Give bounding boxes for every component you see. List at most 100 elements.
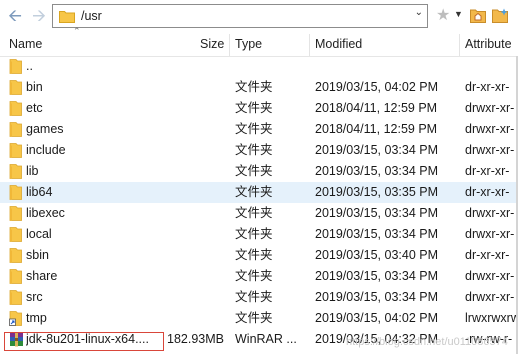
- folder-icon: [9, 290, 22, 308]
- folder-icon: [9, 80, 22, 98]
- file-modified: 2019/03/15, 03:34 PM: [315, 206, 439, 220]
- file-modified: 2019/03/15, 03:34 PM: [315, 164, 439, 178]
- file-size: [140, 140, 224, 161]
- file-type: 文件夹: [235, 185, 273, 199]
- file-modified: 2018/04/11, 12:59 PM: [315, 101, 438, 115]
- current-path[interactable]: /usr: [81, 9, 102, 23]
- bookmark-dropdown-icon[interactable]: ▼: [454, 9, 463, 19]
- file-modified: 2019/03/15, 03:34 PM: [315, 227, 439, 241]
- toolbar-icons: ★ ▼: [434, 6, 518, 26]
- file-modified: 2018/04/11, 12:59 PM: [315, 122, 438, 136]
- file-modified: 2019/03/15, 03:34 PM: [315, 143, 439, 157]
- file-type: 文件夹: [235, 290, 273, 304]
- file-row[interactable]: share 文件夹 2019/03/15, 03:34 PM drwxr-xr-: [0, 266, 518, 287]
- file-modified: 2019/03/15, 04:02 PM: [315, 311, 439, 325]
- file-type: 文件夹: [235, 269, 273, 283]
- file-attributes: [465, 56, 518, 77]
- folder-icon: [9, 164, 22, 182]
- file-size: [140, 77, 224, 98]
- file-size: [140, 287, 224, 308]
- file-attributes: dr-xr-xr-: [465, 80, 510, 94]
- forward-arrow-icon[interactable]: 🡪: [28, 6, 50, 26]
- file-attributes: drwxr-xr-: [465, 290, 515, 304]
- file-size: [140, 245, 224, 266]
- folder-icon: [9, 185, 22, 203]
- file-size: [140, 161, 224, 182]
- folder-icon: [9, 269, 22, 287]
- file-type: 文件夹: [235, 122, 273, 136]
- bookmark-star-icon[interactable]: ★: [436, 6, 450, 26]
- file-modified: 2019/03/15, 03:40 PM: [315, 248, 439, 262]
- sort-ascending-icon: ⌃: [73, 26, 81, 36]
- column-modified[interactable]: Modified: [315, 34, 362, 56]
- home-folder-icon[interactable]: [470, 8, 486, 23]
- file-attributes: dr-xr-xr-: [465, 185, 510, 199]
- file-row[interactable]: src 文件夹 2019/03/15, 03:34 PM drwxr-xr-: [0, 287, 518, 308]
- column-type[interactable]: Type: [235, 34, 262, 56]
- file-type: 文件夹: [235, 80, 273, 94]
- file-attributes: drwxr-xr-: [465, 143, 515, 157]
- file-row[interactable]: bin 文件夹 2019/03/15, 04:02 PM dr-xr-xr-: [0, 77, 518, 98]
- file-type: 文件夹: [235, 248, 273, 262]
- file-row[interactable]: ..: [0, 56, 518, 77]
- file-modified: 2019/03/15, 03:35 PM: [315, 185, 439, 199]
- folder-icon: [9, 59, 22, 77]
- file-type: 文件夹: [235, 206, 273, 220]
- file-type: 文件夹: [235, 101, 273, 115]
- file-modified: 2019/03/15, 03:34 PM: [315, 290, 439, 304]
- file-row[interactable]: tmp 文件夹 2019/03/15, 04:02 PM lrwxrwxrw: [0, 308, 518, 329]
- column-header: Name Size Type Modified Attribute: [0, 34, 518, 57]
- new-folder-icon[interactable]: [492, 8, 510, 23]
- file-row[interactable]: include 文件夹 2019/03/15, 03:34 PM drwxr-xr-: [0, 140, 518, 161]
- file-type: WinRAR ...: [235, 332, 297, 346]
- file-size: [140, 56, 224, 77]
- file-row[interactable]: lib64 文件夹 2019/03/15, 03:35 PM dr-xr-xr-: [0, 182, 518, 203]
- file-size: [140, 308, 224, 329]
- file-modified: 2019/03/15, 03:34 PM: [315, 269, 439, 283]
- file-type: 文件夹: [235, 164, 273, 178]
- column-divider[interactable]: [309, 34, 310, 56]
- file-size: [140, 182, 224, 203]
- file-attributes: drwxr-xr-: [465, 101, 515, 115]
- folder-icon: [9, 101, 22, 119]
- file-type: [235, 56, 311, 77]
- file-attributes: drwxr-xr-: [465, 122, 515, 136]
- folder-icon: [9, 248, 22, 266]
- folder-icon: [9, 143, 22, 161]
- back-arrow-icon[interactable]: 🡨: [4, 6, 26, 26]
- column-name[interactable]: Name: [9, 34, 42, 56]
- file-attributes: drwxr-xr-: [465, 206, 515, 220]
- column-divider[interactable]: [459, 34, 460, 56]
- file-row[interactable]: games 文件夹 2018/04/11, 12:59 PM drwxr-xr-: [0, 119, 518, 140]
- column-size[interactable]: Size: [200, 34, 224, 56]
- selected-file-highlight: [4, 332, 164, 351]
- file-size: [140, 203, 224, 224]
- file-modified: [315, 56, 460, 77]
- file-size: [140, 266, 224, 287]
- file-attributes: drwxr-xr-: [465, 269, 515, 283]
- file-type: 文件夹: [235, 227, 273, 241]
- file-size: [140, 98, 224, 119]
- folder-icon: [9, 122, 22, 140]
- file-attributes: drwxr-xr-: [465, 227, 515, 241]
- column-divider[interactable]: [229, 34, 230, 56]
- file-row[interactable]: lib 文件夹 2019/03/15, 03:34 PM dr-xr-xr-: [0, 161, 518, 182]
- shortcut-icon: [9, 311, 22, 329]
- file-row[interactable]: etc 文件夹 2018/04/11, 12:59 PM drwxr-xr-: [0, 98, 518, 119]
- file-type: 文件夹: [235, 143, 273, 157]
- file-attributes: dr-xr-xr-: [465, 248, 510, 262]
- file-attributes: lrwxrwxrw: [465, 311, 518, 325]
- folder-icon: [59, 11, 75, 23]
- file-size: [140, 224, 224, 245]
- file-row[interactable]: libexec 文件夹 2019/03/15, 03:34 PM drwxr-xr-: [0, 203, 518, 224]
- folder-icon: [9, 206, 22, 224]
- file-row[interactable]: local 文件夹 2019/03/15, 03:34 PM drwxr-xr-: [0, 224, 518, 245]
- file-attributes: dr-xr-xr-: [465, 164, 510, 178]
- file-row[interactable]: sbin 文件夹 2019/03/15, 03:40 PM dr-xr-xr-: [0, 245, 518, 266]
- file-modified: 2019/03/15, 04:02 PM: [315, 80, 439, 94]
- chevron-down-icon[interactable]: ⌄: [415, 7, 423, 18]
- address-bar[interactable]: /usr ⌄: [52, 4, 428, 28]
- column-attributes[interactable]: Attribute: [465, 34, 512, 56]
- file-type: 文件夹: [235, 311, 273, 325]
- watermark: https://blog.csdn.net/u011086574: [346, 336, 508, 348]
